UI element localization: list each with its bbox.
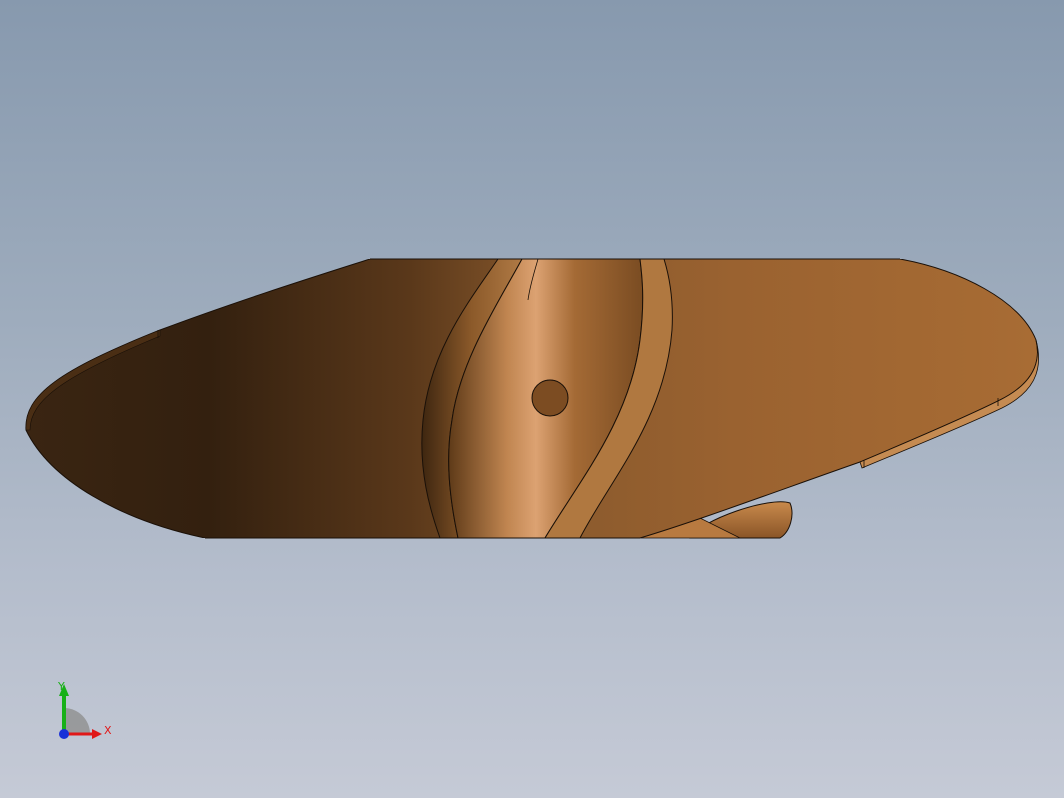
hub-hole [531, 379, 569, 417]
y-axis-label: Y [57, 680, 65, 693]
coordinate-triad: Y X [40, 672, 130, 752]
z-axis-dot [59, 729, 69, 739]
x-axis-label: X [104, 724, 112, 737]
graphics-viewport[interactable]: Y X [0, 0, 1064, 798]
propeller-model[interactable] [0, 0, 1064, 798]
